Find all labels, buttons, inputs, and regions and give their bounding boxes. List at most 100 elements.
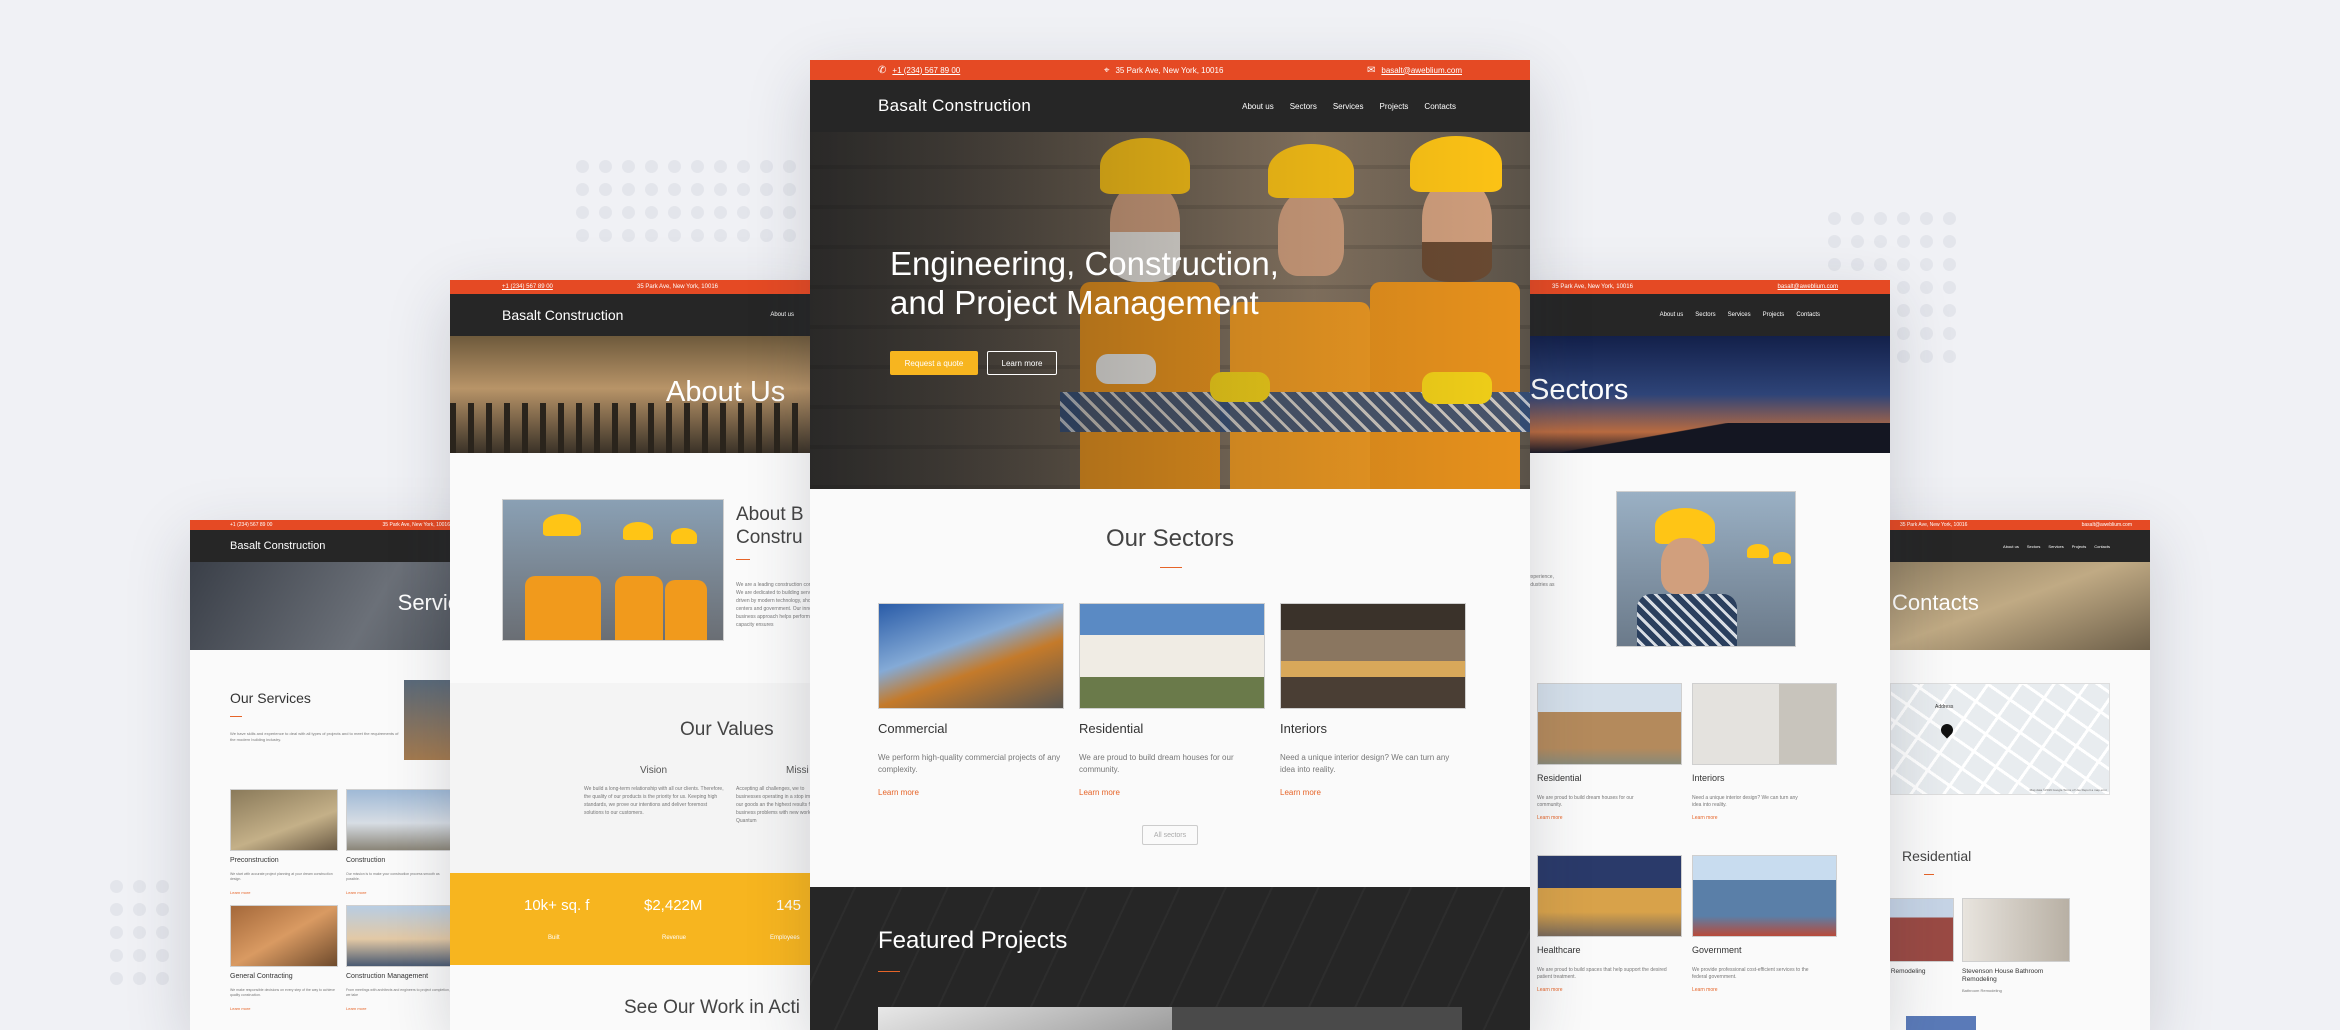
featured-image	[1172, 1007, 1462, 1030]
services-topbar-address: 35 Park Ave, New York, 10016	[382, 522, 450, 528]
stat-value: 10k+ sq. f	[524, 897, 590, 914]
about-title-line: About B	[736, 504, 804, 525]
menu-item-about[interactable]: About us	[1242, 102, 1274, 111]
service-title: Construction	[346, 857, 386, 864]
about-topbar: +1 (234) 567 89 00 35 Park Ave, New York…	[450, 280, 830, 294]
featured-image	[878, 1007, 1172, 1030]
service-link[interactable]: Learn more	[346, 890, 454, 895]
contacts-menu: About us Sectors Services Projects Conta…	[2003, 544, 2110, 549]
sector-title: Interiors	[1692, 773, 1725, 783]
services-title-accent	[230, 716, 242, 717]
menu-item-projects[interactable]: Projects	[1380, 102, 1409, 111]
services-topbar-phone[interactable]: +1 (234) 567 89 00	[230, 522, 272, 528]
service-link[interactable]: Learn more	[230, 890, 338, 895]
helmet-shape	[671, 528, 697, 544]
about-nav-item[interactable]: About us	[770, 312, 794, 318]
about-team-image	[502, 499, 724, 641]
menu-item-projects[interactable]: Projects	[1763, 312, 1785, 318]
sector-image	[1537, 855, 1682, 937]
service-link[interactable]: Learn more	[230, 1006, 338, 1011]
shirt-shape	[1637, 594, 1737, 646]
contacts-hero-title: Contacts	[1892, 590, 1979, 615]
helmet-shape	[1773, 552, 1791, 564]
menu-item-services[interactable]: Services	[1728, 312, 1751, 318]
sectors-topbar-email[interactable]: basalt@aweblium.com	[1778, 284, 1838, 290]
map-attribution: Map data ©2019 Google Terms of Use Repor…	[2029, 788, 2107, 792]
vest-shape	[525, 576, 601, 640]
sector-item: Residential We are proud to build dream …	[1537, 683, 1682, 855]
featured-title: Featured Projects	[878, 927, 1068, 954]
hero-title-line: and Project Management	[890, 284, 1259, 321]
about-stats-band: 10k+ sq. f Built $2,422M Revenue 145 Emp…	[450, 873, 830, 965]
menu-item-sectors[interactable]: Sectors	[1695, 312, 1715, 318]
project-image	[1906, 1016, 1976, 1030]
home-brand[interactable]: Basalt Construction	[878, 96, 1031, 116]
topbar-phone[interactable]: ✆ +1 (234) 567 89 00	[878, 65, 960, 76]
sector-text: We are proud to build spaces that help s…	[1537, 967, 1667, 980]
services-brand[interactable]: Basalt Construction	[230, 540, 325, 552]
project-subtitle: Bathroom Remodeling	[1962, 988, 2002, 993]
menu-item-contacts[interactable]: Contacts	[1796, 312, 1820, 318]
hero-title-line: Engineering, Construction,	[890, 245, 1279, 282]
sector-text: Need a unique interior design? We can tu…	[1692, 795, 1798, 808]
menu-item-sectors[interactable]: Sectors	[2027, 544, 2041, 549]
showcase-stage: +1 (234) 567 89 00 35 Park Ave, New York…	[0, 0, 2340, 1030]
contacts-nav: About us Sectors Services Projects Conta…	[1850, 530, 2150, 562]
vest-shape	[615, 576, 663, 640]
service-text: We make responsible decisions on every s…	[230, 988, 335, 997]
contacts-section-title: Residential	[1902, 848, 1972, 864]
sectors-hero-mountains	[1500, 423, 1890, 453]
about-topbar-phone[interactable]: +1 (234) 567 89 00	[502, 284, 553, 290]
about-section-title: About B Constru	[736, 503, 804, 549]
sector-title: Residential	[1537, 773, 1582, 783]
request-quote-button[interactable]: Request a quote	[890, 351, 978, 375]
mail-icon: ✉	[1367, 64, 1376, 76]
sectors-topbar-address: 35 Park Ave, New York, 10016	[1552, 284, 1633, 290]
services-hero: Services	[190, 562, 490, 650]
menu-item-sectors[interactable]: Sectors	[1290, 102, 1317, 111]
menu-item-contacts[interactable]: Contacts	[2094, 544, 2110, 549]
vision-title: Vision	[640, 765, 668, 776]
menu-item-projects[interactable]: Projects	[2072, 544, 2086, 549]
sector-link[interactable]: Learn more	[1692, 987, 1837, 993]
menu-item-services[interactable]: Services	[1333, 102, 1364, 111]
about-values: Our Values Vision Missi We build a long-…	[450, 683, 830, 873]
menu-item-contacts[interactable]: Contacts	[1424, 102, 1456, 111]
sector-text: Need a unique interior design? We can tu…	[1280, 753, 1450, 774]
sector-link[interactable]: Learn more	[878, 788, 1064, 797]
menu-item-about[interactable]: About us	[2003, 544, 2019, 549]
sectors-nav: About us Sectors Services Projects Conta…	[1500, 294, 1890, 336]
sectors-hero-title: Sectors	[1530, 374, 1629, 406]
about-hero-title: About Us	[666, 376, 786, 408]
sector-link[interactable]: Learn more	[1537, 987, 1682, 993]
sector-title: Healthcare	[1537, 945, 1581, 955]
sector-link[interactable]: Learn more	[1692, 815, 1837, 821]
contacts-topbar-email[interactable]: basalt@aweblium.com	[2082, 522, 2132, 528]
services-topbar: +1 (234) 567 89 00 35 Park Ave, New York…	[190, 520, 490, 530]
menu-item-about[interactable]: About us	[1660, 312, 1684, 318]
learn-more-button[interactable]: Learn more	[987, 351, 1057, 375]
about-nav: Basalt Construction About us	[450, 294, 830, 336]
service-link[interactable]: Learn more	[346, 1006, 454, 1011]
sector-link[interactable]: Learn more	[1079, 788, 1265, 797]
sector-title: Commercial	[878, 721, 948, 736]
sector-text: We perform high-quality commercial proje…	[878, 753, 1061, 774]
sectors-hero: Sectors	[1500, 336, 1890, 453]
sector-title: Interiors	[1280, 721, 1327, 736]
sector-text: We are proud to build dream houses for o…	[1537, 795, 1634, 808]
home-topbar: ✆ +1 (234) 567 89 00 ⌖ 35 Park Ave, New …	[810, 60, 1530, 80]
contacts-topbar: 35 Park Ave, New York, 10016 basalt@aweb…	[1850, 520, 2150, 530]
services-intro: We have skills and experience to deal wi…	[230, 731, 399, 742]
topbar-email[interactable]: ✉ basalt@aweblium.com	[1367, 65, 1462, 76]
sectors-page-card: 35 Park Ave, New York, 10016 basalt@aweb…	[1500, 280, 1890, 1030]
about-title-accent	[736, 559, 750, 560]
all-sectors-button[interactable]: All sectors	[1142, 825, 1198, 845]
about-brand[interactable]: Basalt Construction	[502, 307, 623, 323]
menu-item-services[interactable]: Services	[2048, 544, 2063, 549]
sector-link[interactable]: Learn more	[1537, 815, 1682, 821]
stat-value: $2,422M	[644, 897, 703, 914]
contacts-map[interactable]: Address Map data ©2019 Google Terms of U…	[1890, 683, 2110, 795]
sector-image	[1537, 683, 1682, 765]
sector-link[interactable]: Learn more	[1280, 788, 1466, 797]
about-hero-skyline	[450, 403, 830, 453]
